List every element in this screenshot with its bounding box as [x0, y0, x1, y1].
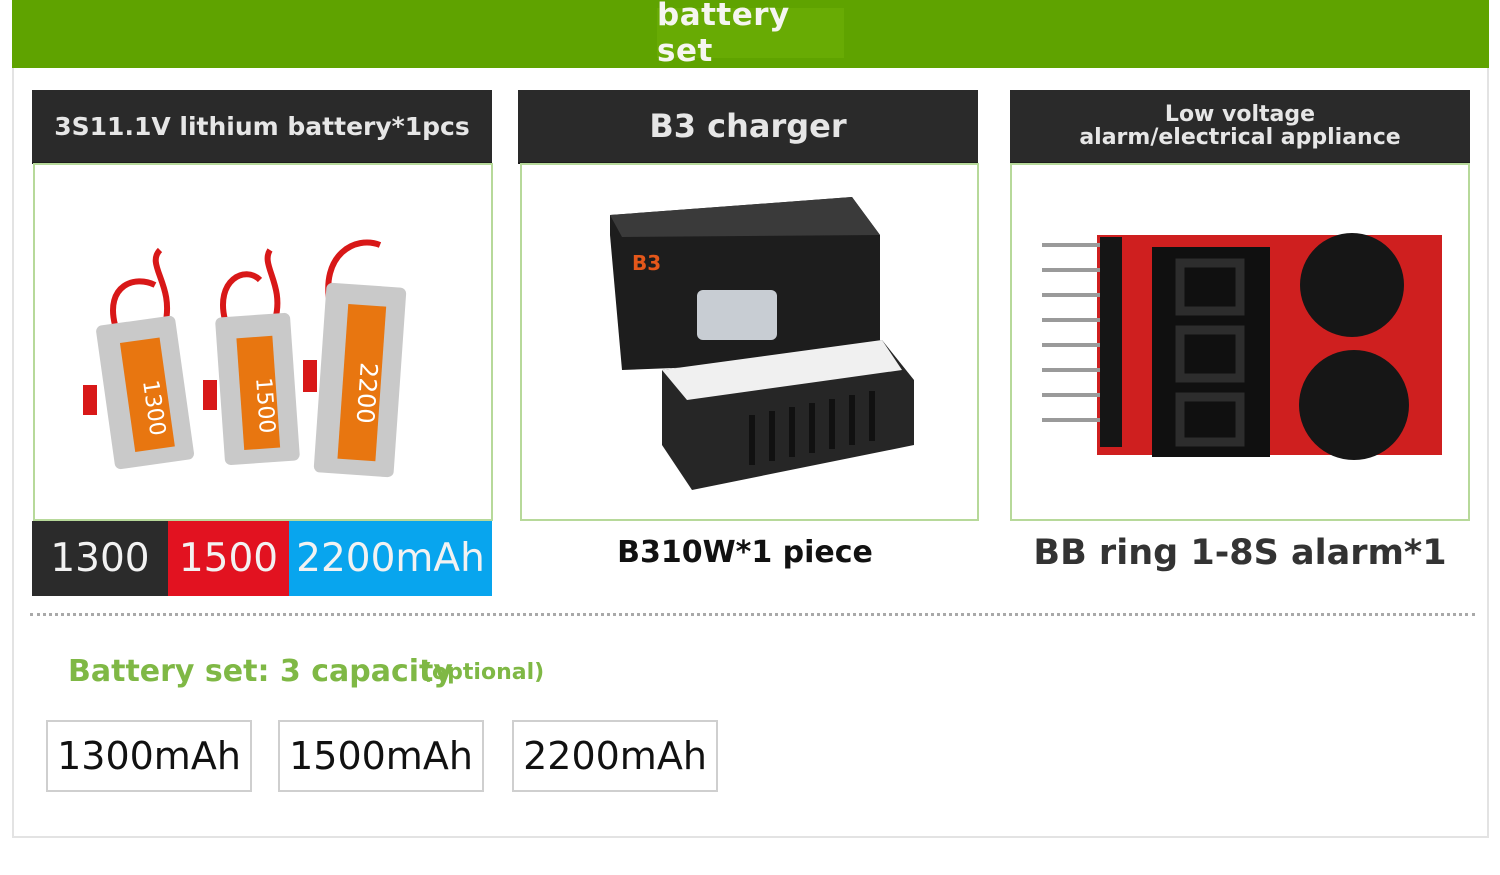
svg-text:B3: B3	[632, 251, 661, 275]
charger-caption: B310W*1 piece	[617, 535, 873, 570]
battery-capacity-strip: 1300 1500 2200mAh	[32, 521, 492, 596]
product-header-charger: B3 charger	[518, 90, 978, 164]
svg-text:2200: 2200	[351, 362, 383, 425]
capacity-label-1300: 1300	[32, 521, 168, 596]
option-button-2200mah[interactable]: 2200mAh	[512, 720, 718, 792]
option-button-1500mah[interactable]: 1500mAh	[278, 720, 484, 792]
product-image-charger: B3	[520, 163, 979, 521]
lipo-battery-pack-icon: 1300 1500 2200	[83, 239, 407, 478]
svg-text:1500: 1500	[250, 377, 279, 435]
voltage-alarm-icon	[1042, 233, 1442, 460]
page-title: battery set	[657, 0, 844, 69]
charger-icon: B3	[610, 197, 914, 490]
option-button-1300mah[interactable]: 1300mAh	[46, 720, 252, 792]
alarm-caption: BB ring 1-8S alarm*1	[1033, 533, 1447, 573]
capacity-label-1500: 1500	[168, 521, 289, 596]
dotted-divider	[30, 613, 1475, 616]
product-header-alarm: Low voltage alarm/electrical appliance	[1010, 90, 1470, 164]
product-header-battery: 3S11.1V lithium battery*1pcs	[32, 90, 492, 164]
product-image-battery: 1300 1500 2200	[33, 163, 493, 521]
options-title: Battery set: 3 capacity	[68, 654, 453, 689]
options-note: (optional)	[422, 660, 545, 685]
capacity-label-2200: 2200mAh	[289, 521, 492, 596]
product-image-alarm	[1010, 163, 1470, 521]
